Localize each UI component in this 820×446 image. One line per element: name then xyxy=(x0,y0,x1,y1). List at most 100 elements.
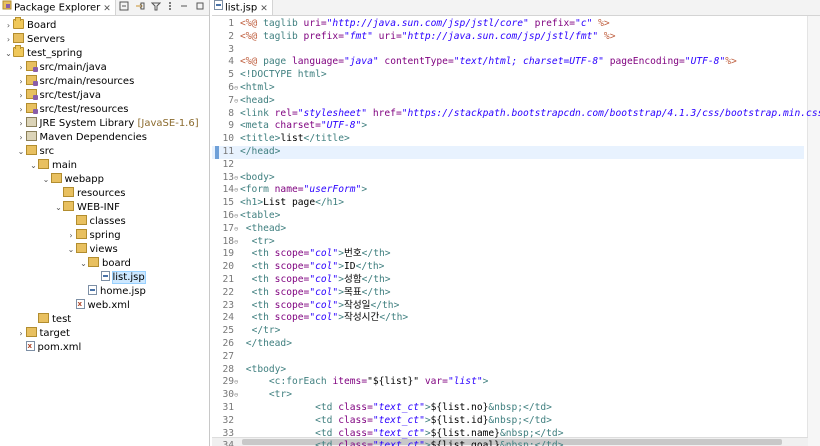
editor-tab-list-jsp[interactable]: list.jsp ✕ xyxy=(212,0,273,15)
collapsed-arrow-icon[interactable]: › xyxy=(17,103,26,117)
code-text: <th scope="col">작성일</th> xyxy=(240,300,400,313)
code-line[interactable]: 8 <link rel="stylesheet" href="https://st… xyxy=(212,107,820,121)
minimize-icon[interactable] xyxy=(179,1,189,14)
tree-item[interactable]: › src/test/resources xyxy=(0,103,209,117)
tree-item[interactable]: ⌄ src xyxy=(0,145,209,159)
expanded-arrow-icon[interactable]: ⌄ xyxy=(67,243,76,257)
collapsed-arrow-icon[interactable]: › xyxy=(17,89,26,103)
code-line[interactable]: 22 <th scope="col">목표</th> xyxy=(212,287,804,300)
token-tag: <link xyxy=(240,107,275,119)
code-line[interactable]: 18⊖ <tr> xyxy=(212,236,804,249)
tree-item[interactable]: ⌄ WEB-INF xyxy=(0,201,209,215)
code-line[interactable]: 9 <meta charset="UTF-8"> xyxy=(212,120,804,133)
code-text: <th scope="col">성함</th> xyxy=(240,274,391,287)
close-icon[interactable]: ✕ xyxy=(260,4,268,14)
collapsed-arrow-icon[interactable]: › xyxy=(17,75,26,89)
expanded-arrow-icon[interactable]: ⌄ xyxy=(4,47,13,61)
tree-item[interactable]: ⌄ webapp xyxy=(0,173,209,187)
code-line[interactable]: 20 <th scope="col">ID</th> xyxy=(212,261,804,274)
collapsed-arrow-icon[interactable]: › xyxy=(67,229,76,243)
tree-item[interactable]: list.jsp xyxy=(0,271,209,285)
collapsed-arrow-icon[interactable]: › xyxy=(17,327,26,341)
tree-item[interactable]: › spring xyxy=(0,229,209,243)
tree-item[interactable]: home.jsp xyxy=(0,285,209,299)
tree-item[interactable]: resources xyxy=(0,187,209,201)
code-text: <th scope="col">번호</th> xyxy=(240,248,391,261)
maximize-icon[interactable] xyxy=(195,1,205,14)
code-line[interactable]: 34 <td class="text_ct">${list.goal}&nbsp… xyxy=(212,440,804,446)
token-tag: <html> xyxy=(240,82,275,93)
code-line[interactable]: 25 </tr> xyxy=(212,325,804,338)
expanded-arrow-icon[interactable]: ⌄ xyxy=(79,257,88,271)
tree-item[interactable]: › Servers xyxy=(0,33,209,47)
code-line[interactable]: 10 <title>list</title> xyxy=(212,133,804,146)
code-line[interactable]: 16⊖ <table> xyxy=(212,210,804,223)
line-number: 7 xyxy=(228,94,234,106)
collapsed-arrow-icon[interactable]: › xyxy=(4,19,13,33)
link-with-editor-icon[interactable] xyxy=(135,1,145,14)
code-line[interactable]: 12 xyxy=(212,159,804,172)
collapsed-arrow-icon[interactable]: › xyxy=(17,117,26,131)
code-text: </thead> xyxy=(240,338,292,351)
tree-item[interactable]: › Board xyxy=(0,17,209,33)
tree-item[interactable]: pom.xml xyxy=(0,339,209,355)
code-line[interactable]: 24 <th scope="col">작성시간</th> xyxy=(212,312,804,325)
package-explorer-tab[interactable]: Package Explorer ✕ xyxy=(0,0,116,15)
line-number: 27 xyxy=(222,350,234,362)
collapsed-arrow-icon[interactable]: › xyxy=(4,33,13,47)
filter-icon[interactable] xyxy=(150,1,162,14)
code-line[interactable]: 6⊖ <html> xyxy=(212,82,804,95)
tree-item[interactable]: classes xyxy=(0,215,209,229)
code-line[interactable]: 4 <%@ page language="java" contentType="t… xyxy=(212,56,804,69)
tree-item[interactable]: ⌄ test_spring xyxy=(0,45,209,61)
line-number: 3 xyxy=(228,43,234,55)
code-line[interactable]: 3 xyxy=(212,44,804,57)
code-line[interactable]: 19 <th scope="col">번호</th> xyxy=(212,248,804,261)
code-line[interactable]: 15 <h1>List page</h1> xyxy=(212,197,804,210)
code-line[interactable]: 2 <%@ taglib prefix="fmt" uri="http://jav… xyxy=(212,31,804,44)
expanded-arrow-icon[interactable]: ⌄ xyxy=(29,159,38,173)
token-dir: %> xyxy=(592,18,610,29)
tree-item[interactable]: › src/test/java xyxy=(0,89,209,103)
expanded-arrow-icon[interactable]: ⌄ xyxy=(42,173,51,187)
code-line[interactable]: 27 xyxy=(212,351,804,364)
code-line[interactable]: 21 <th scope="col">성함</th> xyxy=(212,274,804,287)
token-attr: var= xyxy=(419,376,448,388)
code-line[interactable]: 14⊖ <form name="userForm"> xyxy=(212,184,804,197)
code-line[interactable]: 31 <td class="text_ct">${list.no}&nbsp;<… xyxy=(212,402,804,415)
collapsed-arrow-icon[interactable]: › xyxy=(17,61,26,75)
code-editor[interactable]: 1 <%@ taglib uri="http://java.sun.com/jsp… xyxy=(212,16,820,446)
package-explorer-tabbar: Package Explorer ✕ xyxy=(0,0,209,16)
tree-item[interactable]: web.xml xyxy=(0,297,209,313)
overview-ruler[interactable] xyxy=(807,16,820,446)
tree-item[interactable]: › JRE System Library [JavaSE-1.6] xyxy=(0,117,209,131)
tree-item[interactable]: ⌄ views xyxy=(0,243,209,257)
code-line[interactable]: 5 <!DOCTYPE html> xyxy=(212,69,804,82)
tree-item[interactable]: ⌄ main xyxy=(0,159,209,173)
collapsed-arrow-icon[interactable]: › xyxy=(17,131,26,145)
expanded-arrow-icon[interactable]: ⌄ xyxy=(17,145,26,159)
code-line[interactable]: 30⊖ <tr> xyxy=(212,389,804,402)
tree-item[interactable]: ⌄ board xyxy=(0,257,209,271)
code-line[interactable]: 32 <td class="text_ct">${list.id}&nbsp;<… xyxy=(212,415,804,428)
code-line[interactable]: 11 </head> xyxy=(212,146,804,159)
tree-item[interactable]: › src/main/resources xyxy=(0,75,209,89)
close-icon[interactable]: ✕ xyxy=(103,4,111,14)
code-line[interactable]: 29⊖ <c:forEach items="${list}" var="list… xyxy=(212,376,804,389)
tree-item-label: spring xyxy=(89,230,121,241)
tree-item[interactable]: test xyxy=(0,313,209,327)
view-menu-icon[interactable] xyxy=(167,1,173,14)
code-line[interactable]: 13⊖ <body> xyxy=(212,172,804,185)
tree-item[interactable]: › Maven Dependencies xyxy=(0,131,209,145)
collapse-all-icon[interactable] xyxy=(119,1,129,14)
tree-item[interactable]: › src/main/java xyxy=(0,61,209,75)
code-line[interactable]: 26 </thead> xyxy=(212,338,804,351)
code-line[interactable]: 33 <td class="text_ct">${list.name}&nbsp… xyxy=(212,428,804,441)
code-line[interactable]: 1 <%@ taglib uri="http://java.sun.com/jsp… xyxy=(212,18,804,31)
code-line[interactable]: 17⊖ <thead> xyxy=(212,223,804,236)
expanded-arrow-icon[interactable]: ⌄ xyxy=(54,201,63,215)
code-line[interactable]: 28 <tbody> xyxy=(212,364,804,377)
code-line[interactable]: 7⊖ <head> xyxy=(212,95,804,108)
code-line[interactable]: 23 <th scope="col">작성일</th> xyxy=(212,300,804,313)
